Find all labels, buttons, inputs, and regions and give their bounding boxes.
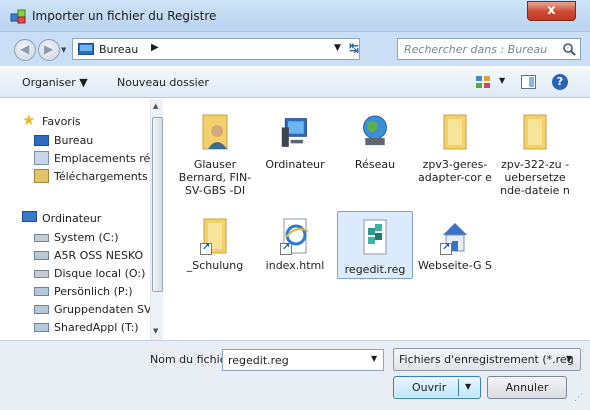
open-button[interactable]: Ouvrir ▼ — [393, 376, 481, 399]
filename-value[interactable]: regedit.reg — [228, 354, 289, 367]
folder-shortcut-icon — [200, 215, 230, 255]
scroll-down-icon[interactable]: ▼ — [153, 327, 158, 335]
drive-icon — [34, 234, 49, 242]
back-arrow-icon: ◀ — [20, 42, 30, 56]
filename-input[interactable]: regedit.reg ▼ — [222, 349, 384, 371]
window-title: Importer un fichier du Registre — [32, 9, 217, 23]
forward-arrow-icon: ▶ — [44, 42, 54, 56]
new-folder-button[interactable]: Nouveau dossier — [117, 76, 209, 89]
registry-app-icon — [10, 9, 26, 24]
open-button-divider — [458, 379, 459, 396]
search-placeholder: Rechercher dans : Bureau — [404, 43, 548, 56]
house-shortcut-icon — [440, 215, 470, 255]
file-type-select[interactable]: Fichiers d'enregistrement (*.reg ▼ — [393, 348, 581, 371]
desktop-icon — [34, 135, 49, 146]
organize-button[interactable]: Organiser ▼ — [22, 76, 88, 89]
network-drive-icon — [34, 251, 49, 260]
file-item[interactable]: zpv3-geres-adapter-cor e — [417, 111, 493, 184]
nav-scrollbar[interactable]: ▲ ▼ — [150, 99, 163, 340]
network-drive-icon — [34, 287, 49, 296]
file-item[interactable]: _Schulung — [177, 215, 253, 272]
recent-locations-dropdown-icon[interactable]: ▼ — [61, 46, 66, 54]
navigation-pane: ★ Favoris Bureau Emplacements ré Télécha… — [14, 99, 164, 340]
registry-file-icon — [363, 219, 387, 255]
recent-places-icon — [34, 151, 49, 165]
ie-document-icon — [280, 215, 310, 255]
downloads-icon — [34, 169, 49, 183]
computer-icon — [22, 211, 37, 222]
file-list: Glauser Bernard, FIN-SV-GBS -DI Ordinate… — [165, 99, 582, 340]
network-drive-icon — [34, 323, 49, 332]
address-dropdown-icon[interactable]: ▼ — [334, 43, 341, 53]
address-location[interactable]: Bureau — [99, 43, 138, 56]
file-item-selected[interactable]: regedit.reg — [337, 211, 413, 279]
search-box[interactable]: Rechercher dans : Bureau — [397, 38, 581, 60]
file-item[interactable]: Réseau — [337, 111, 413, 171]
file-type-dropdown-icon[interactable]: ▼ — [566, 354, 572, 363]
drive-icon — [34, 270, 49, 278]
view-dropdown-icon[interactable]: ▼ — [499, 76, 505, 85]
scroll-thumb[interactable] — [152, 117, 163, 292]
dialog-footer: Nom du fichier : regedit.reg ▼ Fichiers … — [0, 340, 590, 410]
help-icon[interactable]: ? — [552, 74, 568, 90]
cancel-button[interactable]: Annuler — [487, 376, 567, 399]
open-options-dropdown-icon[interactable]: ▼ — [465, 382, 471, 391]
change-view-icon[interactable] — [475, 75, 491, 89]
close-button[interactable]: x — [527, 1, 576, 21]
breadcrumb-chevron-icon[interactable]: ▶ — [151, 42, 159, 53]
filename-dropdown-icon[interactable]: ▼ — [371, 354, 377, 363]
back-button[interactable]: ◀ — [14, 39, 36, 61]
file-item[interactable]: Glauser Bernard, FIN-SV-GBS -DI — [177, 111, 253, 197]
title-bar: Importer un fichier du Registre x — [0, 0, 590, 32]
file-item[interactable]: zpv-322-zu -uebersetze nde-dateie n — [497, 111, 573, 197]
network-drive-icon — [34, 305, 49, 314]
resize-grip-icon[interactable]: ⋰ — [574, 393, 583, 403]
file-type-value: Fichiers d'enregistrement (*.reg — [399, 353, 574, 366]
network-globe-icon — [363, 115, 387, 146]
folder-icon — [523, 114, 547, 150]
scroll-up-icon[interactable]: ▲ — [153, 102, 158, 110]
desktop-icon — [78, 43, 94, 55]
forward-button[interactable]: ▶ — [38, 39, 60, 61]
shortcut-arrow-icon — [280, 241, 292, 255]
folder-icon — [443, 114, 467, 150]
computer-icon — [281, 118, 307, 147]
search-icon[interactable] — [562, 42, 576, 56]
file-item[interactable]: Ordinateur — [257, 111, 333, 171]
address-row: ◀ ▶ ▼ Bureau ▶ ▼ ↹ Rechercher dans : Bur… — [0, 32, 590, 66]
user-folder-icon — [202, 114, 228, 150]
star-icon: ★ — [22, 111, 36, 129]
preview-pane-icon[interactable] — [521, 75, 536, 89]
refresh-icon[interactable]: ↹ — [349, 41, 359, 55]
file-item[interactable]: Webseite-G S — [417, 215, 493, 272]
shortcut-arrow-icon — [440, 241, 452, 255]
file-item[interactable]: index.html — [257, 215, 333, 272]
command-toolbar: Organiser ▼ Nouveau dossier ▼ ? — [0, 66, 590, 98]
address-bar[interactable]: Bureau ▶ ▼ ↹ — [72, 38, 360, 60]
shortcut-arrow-icon — [200, 241, 212, 255]
